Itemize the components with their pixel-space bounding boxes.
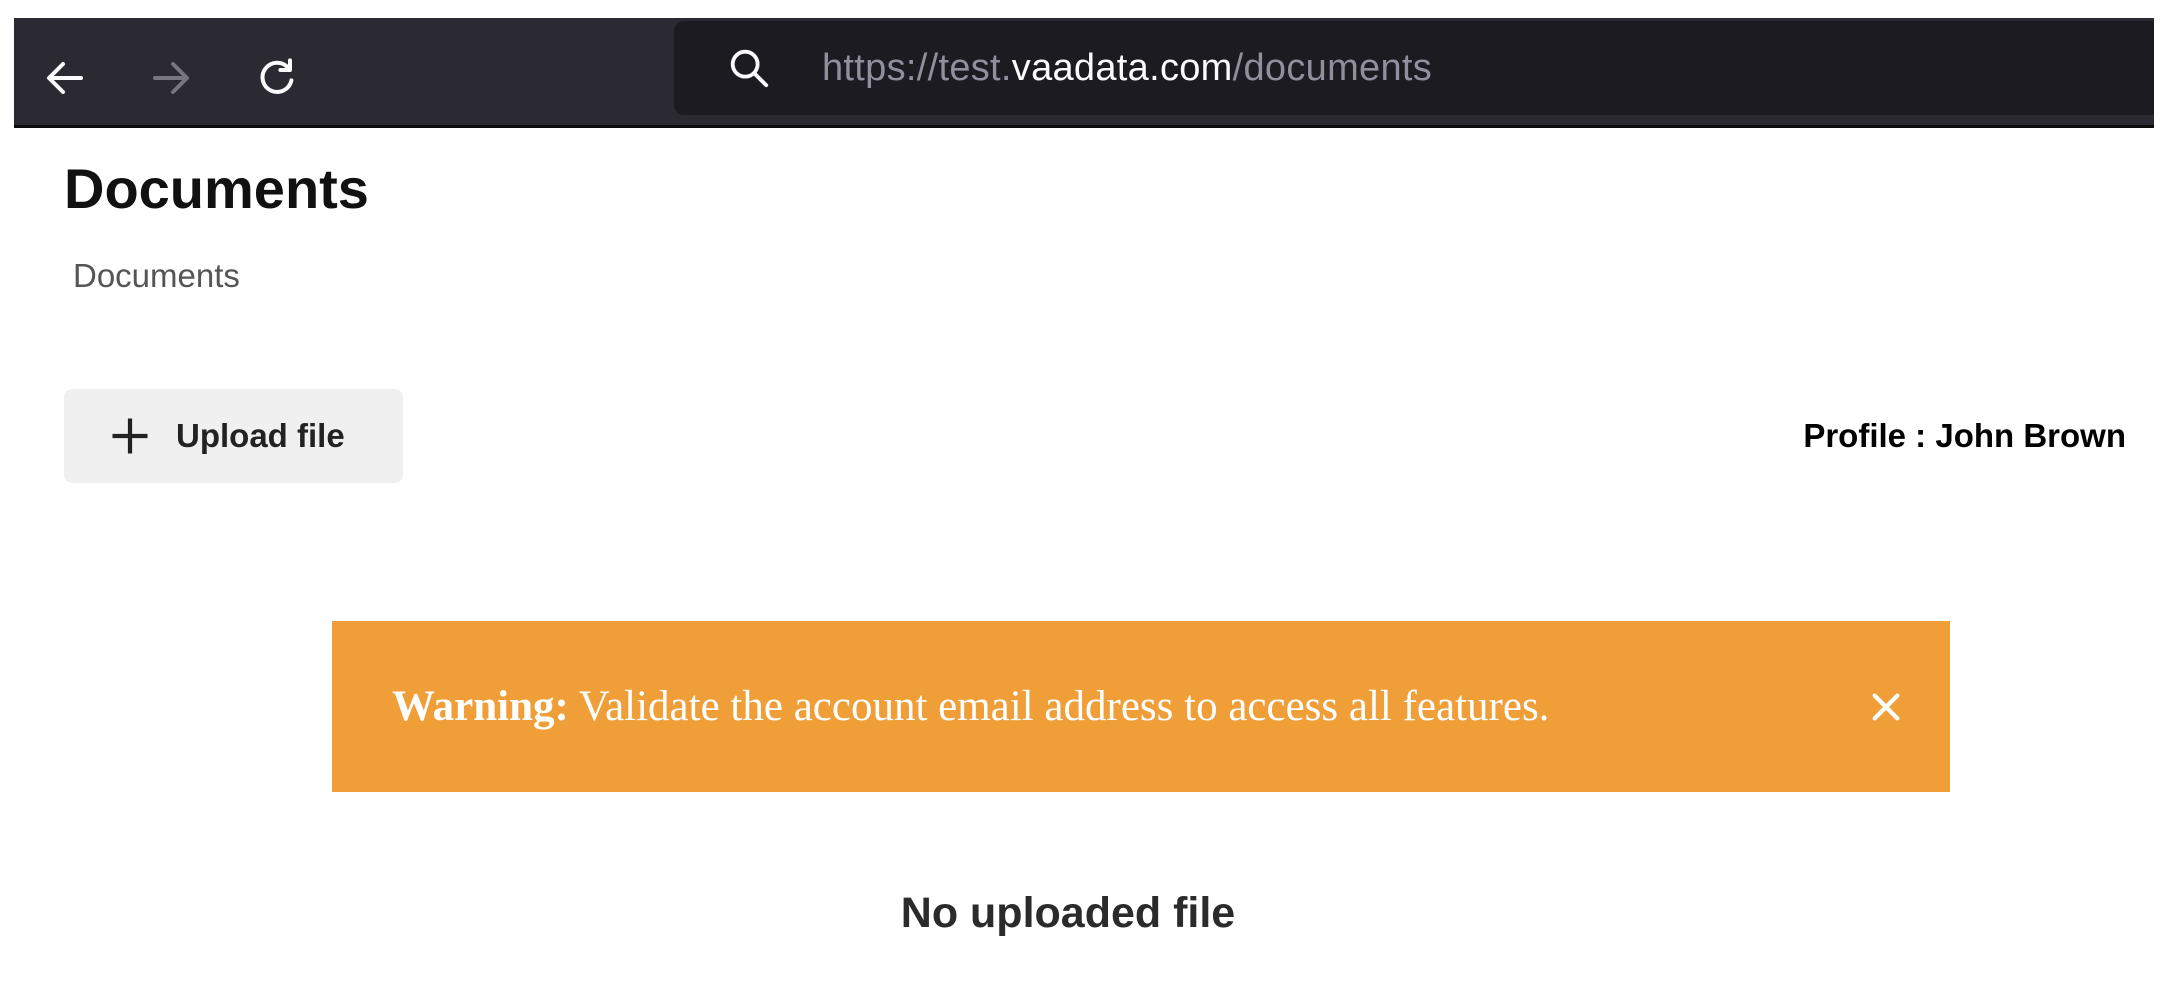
plus-icon [112,418,148,454]
forward-button[interactable] [146,53,196,103]
address-bar[interactable]: https://test.vaadata.com/documents [674,21,2154,115]
reload-icon [260,58,294,94]
breadcrumb[interactable]: Documents [73,254,240,298]
upload-file-button[interactable]: Upload file [64,389,403,483]
close-icon [1872,693,1900,721]
url-scheme: https://test. [822,47,1012,89]
reload-button[interactable] [252,53,302,103]
close-warning-button[interactable] [1862,683,1910,731]
browser-toolbar: https://test.vaadata.com/documents [14,18,2154,128]
page-title: Documents [64,157,369,220]
back-button[interactable] [40,53,90,103]
warning-strong: Warning: [392,683,569,730]
url-host: vaadata.com [1011,47,1233,89]
empty-state-text: No uploaded file [900,889,1236,937]
upload-file-label: Upload file [176,417,345,454]
warning-banner: Warning: Validate the account email addr… [332,621,1950,792]
search-icon [730,49,769,88]
profile-label: Profile : John Brown [1803,417,2126,454]
warning-text: Warning: Validate the account email addr… [392,677,1549,737]
url-text[interactable]: https://test.vaadata.com/documents [822,45,1432,91]
empty-state-message: No uploaded file [0,884,2166,942]
arrow-left-icon [47,62,83,94]
warning-message: Validate the account email address to ac… [568,683,1550,730]
url-path: /documents [1232,47,1433,89]
arrow-right-icon [153,62,189,94]
